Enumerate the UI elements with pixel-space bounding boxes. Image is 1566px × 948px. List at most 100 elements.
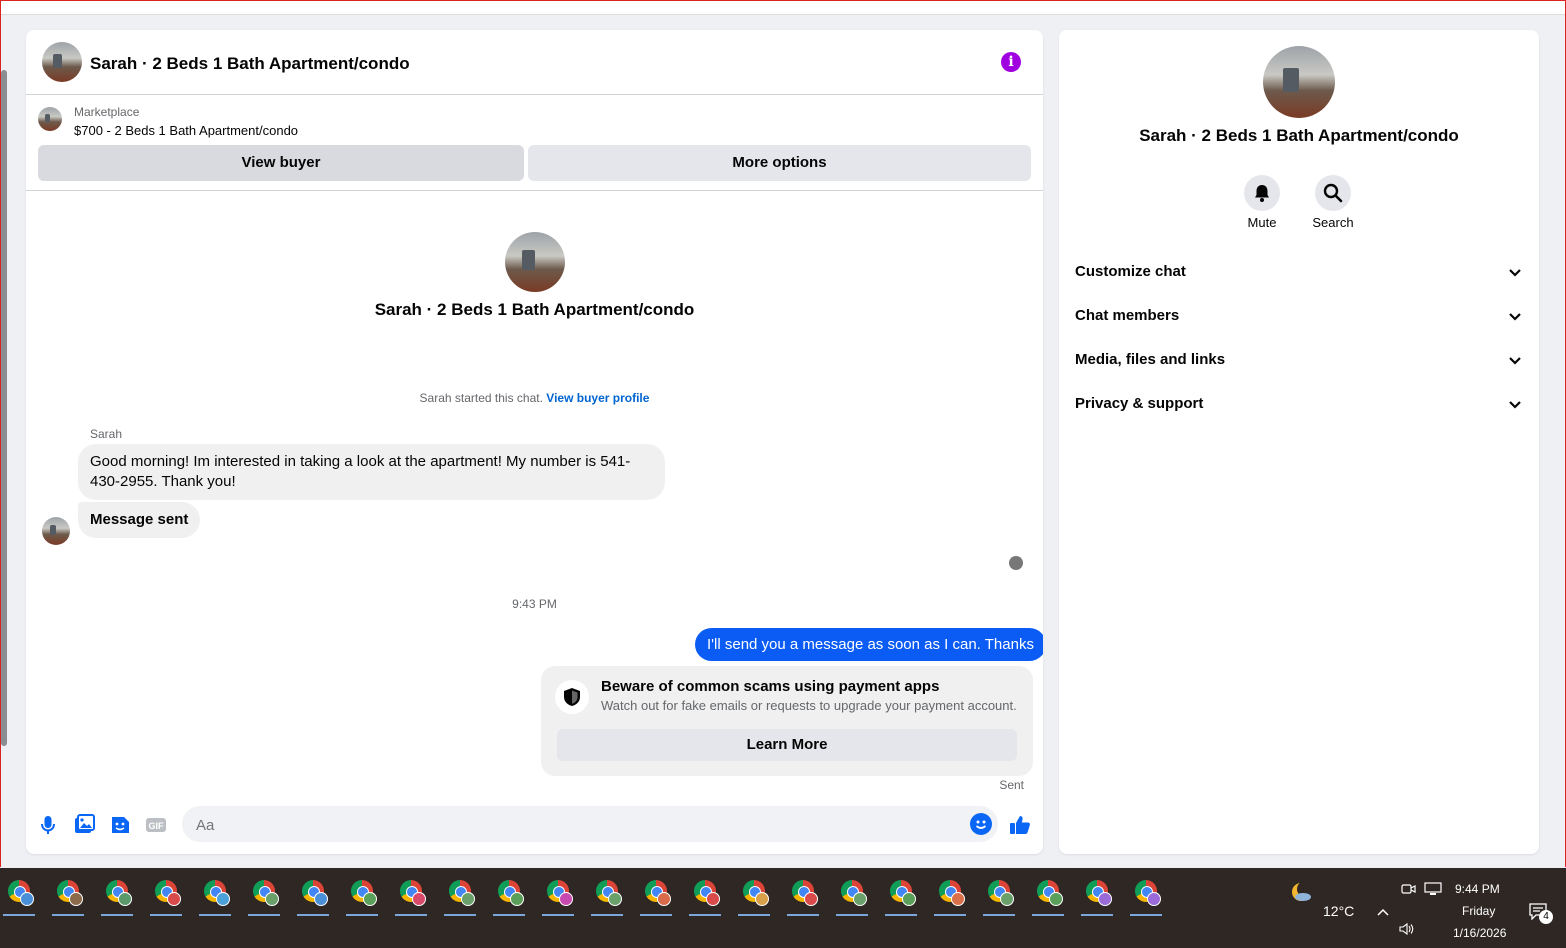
taskbar-chrome-app[interactable]: [345, 876, 379, 916]
taskbar: 12°C 9:44 PM Friday 1/16/2026 4: [0, 868, 1566, 948]
taskbar-chrome-app[interactable]: [1129, 876, 1163, 916]
taskbar-chrome-app[interactable]: [296, 876, 330, 916]
gif-icon[interactable]: GIF: [144, 813, 168, 837]
gif-label: GIF: [149, 821, 165, 831]
weather-icon[interactable]: [1290, 880, 1314, 904]
profile-badge: [314, 892, 328, 906]
clock-day[interactable]: Friday: [1462, 904, 1495, 918]
active-indicator: [640, 914, 672, 916]
taskbar-chrome-app[interactable]: [100, 876, 134, 916]
outgoing-message[interactable]: I'll send you a message as soon as I can…: [695, 628, 1043, 661]
avatar[interactable]: [42, 42, 82, 82]
active-indicator: [542, 914, 574, 916]
accordion-label: Chat members: [1075, 307, 1180, 324]
taskbar-chrome-app[interactable]: [639, 876, 673, 916]
chevron-down-icon: [1509, 401, 1521, 409]
chevron-up-icon[interactable]: [1376, 904, 1390, 922]
chat-panel: Sarah · 2 Beds 1 Bath Apartment/condo i …: [26, 30, 1043, 854]
profile-badge: [1049, 892, 1063, 906]
search-button[interactable]: [1315, 175, 1351, 211]
taskbar-chrome-app[interactable]: [394, 876, 428, 916]
emoji-icon[interactable]: [970, 813, 992, 835]
active-indicator: [591, 914, 623, 916]
search-icon: [1323, 183, 1343, 203]
mute-button[interactable]: [1244, 175, 1280, 211]
clock-date[interactable]: 1/16/2026: [1453, 926, 1506, 940]
meet-now-icon[interactable]: [1400, 882, 1416, 901]
clock-time[interactable]: 9:44 PM: [1455, 882, 1500, 896]
browser-top-strip: [0, 0, 1566, 15]
taskbar-chrome-app[interactable]: [786, 876, 820, 916]
listing-title[interactable]: $700 - 2 Beds 1 Bath Apartment/condo: [74, 123, 298, 138]
profile-badge: [412, 892, 426, 906]
message-input-box[interactable]: [182, 806, 998, 844]
taskbar-chrome-app[interactable]: [492, 876, 526, 916]
active-indicator: [934, 914, 966, 916]
taskbar-chrome-app[interactable]: [149, 876, 183, 916]
accordion-label: Privacy & support: [1075, 395, 1204, 412]
taskbar-chrome-app[interactable]: [737, 876, 771, 916]
volume-icon[interactable]: [1398, 922, 1416, 941]
scam-warning-description: Watch out for fake emails or requests to…: [601, 698, 1017, 713]
accordion-chat-members[interactable]: Chat members: [1075, 296, 1523, 336]
chat-started-notice: Sarah started this chat. View buyer prof…: [26, 391, 1043, 405]
taskbar-chrome-app[interactable]: [933, 876, 967, 916]
bell-icon: [1255, 185, 1269, 202]
taskbar-chrome-app[interactable]: [688, 876, 722, 916]
accordion-privacy-support[interactable]: Privacy & support: [1075, 384, 1523, 424]
chat-info-panel: Sarah · 2 Beds 1 Bath Apartment/condo Mu…: [1059, 30, 1539, 854]
taskbar-chrome-app[interactable]: [590, 876, 624, 916]
notification-icon[interactable]: 4: [1528, 902, 1554, 924]
profile-badge: [265, 892, 279, 906]
thumbs-up-icon[interactable]: [1008, 813, 1032, 837]
seen-indicator-avatar: [1009, 556, 1023, 570]
profile-badge: [167, 892, 181, 906]
taskbar-chrome-app[interactable]: [541, 876, 575, 916]
active-indicator: [199, 914, 231, 916]
taskbar-chrome-app[interactable]: [247, 876, 281, 916]
taskbar-chrome-app[interactable]: [982, 876, 1016, 916]
message-input[interactable]: [194, 806, 958, 844]
taskbar-chrome-app[interactable]: [884, 876, 918, 916]
profile-badge: [608, 892, 622, 906]
scrollbar[interactable]: [1, 70, 7, 746]
taskbar-chrome-app[interactable]: [1080, 876, 1114, 916]
profile-badge: [1000, 892, 1014, 906]
profile-badge: [510, 892, 524, 906]
view-buyer-profile-link[interactable]: View buyer profile: [546, 391, 649, 405]
active-indicator: [689, 914, 721, 916]
microphone-icon[interactable]: [36, 813, 60, 837]
sender-avatar[interactable]: [42, 517, 70, 545]
profile-avatar[interactable]: [1263, 46, 1335, 118]
chevron-down-icon: [1509, 313, 1521, 321]
active-indicator: [297, 914, 329, 916]
taskbar-chrome-app[interactable]: [198, 876, 232, 916]
more-options-button[interactable]: More options: [528, 145, 1031, 181]
profile-title: Sarah · 2 Beds 1 Bath Apartment/condo: [374, 300, 695, 319]
profile-badge: [1098, 892, 1112, 906]
network-icon[interactable]: [1424, 882, 1442, 901]
side-panel-title: Sarah · 2 Beds 1 Bath Apartment/condo: [1139, 126, 1459, 145]
accordion-customize-chat[interactable]: Customize chat: [1075, 252, 1523, 292]
taskbar-chrome-app[interactable]: [443, 876, 477, 916]
taskbar-chrome-app[interactable]: [1031, 876, 1065, 916]
listing-thumbnail[interactable]: [38, 107, 62, 131]
active-indicator: [836, 914, 868, 916]
chat-title[interactable]: Sarah · 2 Beds 1 Bath Apartment/condo: [90, 54, 410, 74]
taskbar-chrome-app[interactable]: [2, 876, 36, 916]
accordion-media-files-links[interactable]: Media, files and links: [1075, 340, 1523, 380]
profile-badge: [69, 892, 83, 906]
sticker-icon[interactable]: [108, 813, 132, 837]
divider: [26, 190, 1043, 191]
taskbar-chrome-app[interactable]: [835, 876, 869, 916]
taskbar-chrome-app[interactable]: [51, 876, 85, 916]
photo-icon[interactable]: [72, 813, 96, 837]
learn-more-button[interactable]: Learn More: [557, 729, 1017, 761]
incoming-message[interactable]: Good morning! Im interested in taking a …: [78, 444, 665, 500]
incoming-message[interactable]: Message sent: [78, 502, 201, 538]
active-indicator: [395, 914, 427, 916]
temperature[interactable]: 12°C: [1323, 903, 1354, 919]
info-icon[interactable]: i: [1001, 52, 1021, 72]
view-buyer-button[interactable]: View buyer: [38, 145, 524, 181]
profile-avatar[interactable]: [505, 232, 565, 292]
